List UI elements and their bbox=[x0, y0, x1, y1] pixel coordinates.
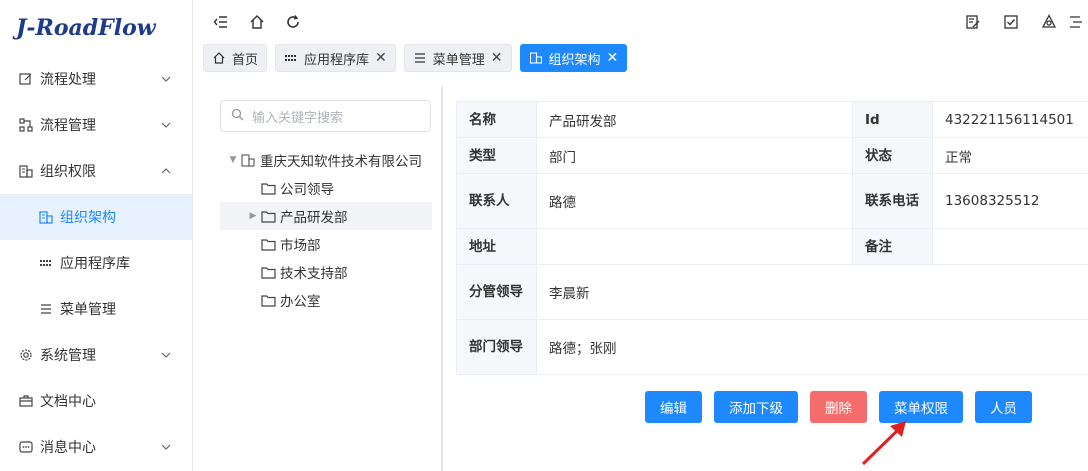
app-logo[interactable]: J-RoadFlow bbox=[0, 0, 192, 56]
field-value: 路德；张刚 bbox=[536, 319, 1088, 375]
home-icon[interactable] bbox=[239, 4, 275, 40]
tree-search-input[interactable]: 输入关键字搜索 bbox=[220, 100, 431, 132]
grid-icon bbox=[284, 51, 298, 65]
search-icon bbox=[231, 108, 244, 125]
folder-icon bbox=[260, 181, 276, 195]
tree-node-selected[interactable]: ▶ 产品研发部 bbox=[220, 202, 432, 230]
field-label: 分管领导 bbox=[456, 264, 537, 320]
add-child-button[interactable]: 添加下级 bbox=[714, 391, 798, 423]
org-icon bbox=[38, 209, 54, 225]
table-row: 联系人 路德 联系电话 13608325512 bbox=[456, 173, 1088, 229]
org-icon bbox=[529, 51, 543, 65]
org-detail-panel: 名称 产品研发部 Id 432221156114501 类型 部门 状态 正常 … bbox=[456, 101, 1088, 375]
org-tree: ▼ 重庆天知软件技术有限公司 公司领导 ▶ 产品研发部 市场部 技术支持部 办公… bbox=[220, 146, 432, 314]
settings-list-icon[interactable] bbox=[1068, 4, 1088, 40]
caret-right-icon[interactable]: ▶ bbox=[246, 211, 260, 221]
field-value: 路德 bbox=[536, 173, 853, 229]
annotation-arrow bbox=[861, 421, 906, 466]
sidebar-item-app-library[interactable]: 应用程序库 bbox=[0, 240, 192, 286]
edit-note-icon[interactable] bbox=[954, 4, 992, 40]
caret-down-icon[interactable]: ▼ bbox=[226, 155, 240, 165]
sidebar-item-org-structure[interactable]: 组织架构 bbox=[0, 194, 192, 240]
menu-icon bbox=[38, 301, 54, 317]
tree-node[interactable]: 市场部 bbox=[220, 230, 432, 258]
field-label: 部门领导 bbox=[456, 319, 537, 375]
chevron-up-icon bbox=[161, 168, 171, 174]
tree-node[interactable]: 技术支持部 bbox=[220, 258, 432, 286]
close-icon[interactable]: ✕ bbox=[375, 50, 387, 66]
edit-button[interactable]: 编辑 bbox=[645, 391, 702, 423]
field-label: 备注 bbox=[852, 228, 933, 265]
field-value: 产品研发部 bbox=[536, 101, 853, 138]
tab-menu-management[interactable]: 菜单管理 ✕ bbox=[403, 44, 512, 72]
org-icon bbox=[240, 153, 256, 167]
sidebar-item-message-center[interactable]: 消息中心 bbox=[0, 424, 192, 470]
topbar-right-tools bbox=[954, 4, 1088, 40]
sidebar: J-RoadFlow 流程处理 流程管理 组织权限 组织架构 应用程序库 菜单管… bbox=[0, 0, 193, 471]
action-buttons: 编辑 添加下级 删除 菜单权限 人员 bbox=[645, 391, 1044, 423]
gear-icon bbox=[18, 347, 34, 363]
field-label: 名称 bbox=[456, 101, 537, 138]
flow-icon bbox=[18, 117, 34, 133]
topbar bbox=[193, 0, 1088, 44]
folder-icon bbox=[260, 237, 276, 251]
briefcase-icon bbox=[18, 393, 34, 409]
sidebar-item-process-management[interactable]: 流程管理 bbox=[0, 102, 192, 148]
sidebar-item-menu-management[interactable]: 菜单管理 bbox=[0, 286, 192, 332]
chevron-down-icon bbox=[161, 76, 171, 82]
grid-icon bbox=[38, 255, 54, 271]
field-label: 联系电话 bbox=[852, 173, 933, 229]
chevron-down-icon bbox=[161, 122, 171, 128]
org-icon bbox=[18, 163, 34, 179]
menu-icon bbox=[413, 51, 427, 65]
search-placeholder: 输入关键字搜索 bbox=[252, 110, 344, 126]
edit-icon bbox=[18, 71, 34, 87]
field-value: 部门 bbox=[536, 137, 853, 174]
field-value: 432221156114501 bbox=[932, 101, 1088, 138]
field-value: 李晨新 bbox=[536, 264, 1088, 320]
sidebar-item-doc-center[interactable]: 文档中心 bbox=[0, 378, 192, 424]
tab-app-library[interactable]: 应用程序库 ✕ bbox=[275, 44, 396, 72]
collapse-menu-icon[interactable] bbox=[203, 4, 239, 40]
message-icon bbox=[18, 439, 34, 455]
table-row: 类型 部门 状态 正常 bbox=[456, 137, 1088, 174]
refresh-icon[interactable] bbox=[275, 4, 311, 40]
tree-node-root[interactable]: ▼ 重庆天知软件技术有限公司 bbox=[220, 146, 432, 174]
field-label: 联系人 bbox=[456, 173, 537, 229]
org-tree-pane: 输入关键字搜索 ▼ 重庆天知软件技术有限公司 公司领导 ▶ 产品研发部 市场部 … bbox=[207, 86, 443, 471]
field-label: Id bbox=[852, 101, 933, 138]
field-label: 类型 bbox=[456, 137, 537, 174]
chevron-down-icon bbox=[161, 444, 171, 450]
theme-icon[interactable] bbox=[1030, 4, 1068, 40]
field-value: 13608325512 bbox=[932, 173, 1088, 229]
people-button[interactable]: 人员 bbox=[975, 391, 1032, 423]
sidebar-item-org-permissions[interactable]: 组织权限 bbox=[0, 148, 192, 194]
folder-icon bbox=[260, 293, 276, 307]
checkbox-icon[interactable] bbox=[992, 4, 1030, 40]
tree-node[interactable]: 公司领导 bbox=[220, 174, 432, 202]
field-label: 状态 bbox=[852, 137, 933, 174]
sidebar-item-process-handling[interactable]: 流程处理 bbox=[0, 56, 192, 102]
tab-org-structure[interactable]: 组织架构 ✕ bbox=[519, 44, 628, 72]
home-icon bbox=[212, 51, 226, 65]
table-row: 地址 备注 bbox=[456, 228, 1088, 265]
tree-node[interactable]: 办公室 bbox=[220, 286, 432, 314]
table-row: 分管领导 李晨新 bbox=[456, 264, 1088, 320]
sidebar-item-system-management[interactable]: 系统管理 bbox=[0, 332, 192, 378]
detail-table: 名称 产品研发部 Id 432221156114501 类型 部门 状态 正常 … bbox=[456, 101, 1088, 375]
table-row: 名称 产品研发部 Id 432221156114501 bbox=[456, 101, 1088, 138]
field-label: 地址 bbox=[456, 228, 537, 265]
close-icon[interactable]: ✕ bbox=[607, 50, 619, 66]
field-value: 正常 bbox=[932, 137, 1088, 174]
table-row: 部门领导 路德；张刚 bbox=[456, 319, 1088, 375]
delete-button[interactable]: 删除 bbox=[810, 391, 867, 423]
tab-home[interactable]: 首页 bbox=[203, 44, 268, 72]
folder-icon bbox=[260, 209, 276, 223]
folder-icon bbox=[260, 265, 276, 279]
field-value bbox=[536, 228, 853, 265]
chevron-down-icon bbox=[161, 352, 171, 358]
tab-bar: 首页 应用程序库 ✕ 菜单管理 ✕ 组织架构 ✕ bbox=[193, 44, 1088, 72]
field-value bbox=[932, 228, 1088, 265]
close-icon[interactable]: ✕ bbox=[491, 50, 503, 66]
